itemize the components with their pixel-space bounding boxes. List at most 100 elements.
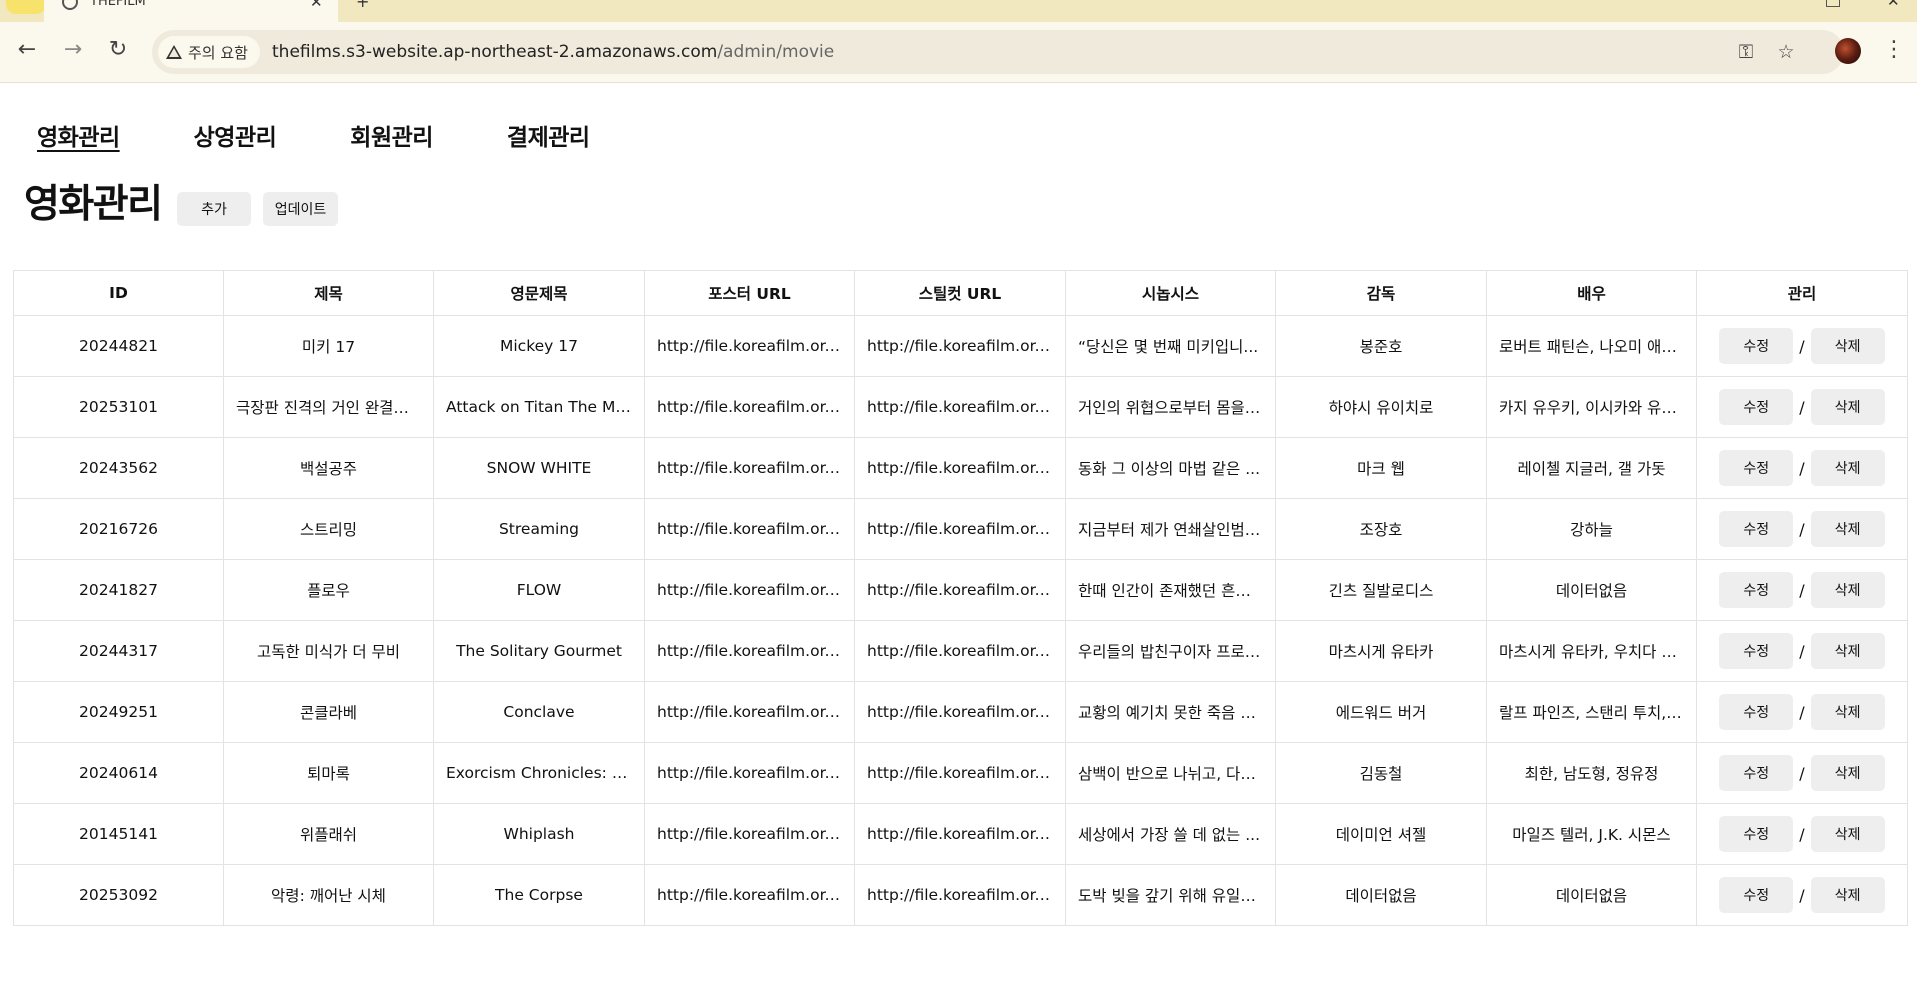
action-separator: / (1799, 885, 1805, 905)
delete-button[interactable]: 삭제 (1810, 450, 1885, 486)
delete-button[interactable]: 삭제 (1810, 877, 1885, 913)
edit-button[interactable]: 수정 (1719, 633, 1794, 669)
action-separator: / (1799, 763, 1805, 783)
edit-button[interactable]: 수정 (1719, 511, 1794, 547)
table-row: 20240614 퇴마록 Exorcism Chronicles: T... http… (13, 742, 1908, 804)
delete-button[interactable]: 삭제 (1810, 755, 1885, 791)
cell-id: 20145141 (13, 803, 224, 865)
edit-button[interactable]: 수정 (1719, 450, 1794, 486)
delete-button[interactable]: 삭제 (1810, 389, 1885, 425)
cell-actors: 최한, 남도형, 정유정 (1486, 742, 1697, 804)
address-bar[interactable]: 주의 요함 thefilms.s3-website.ap-northeast-2… (152, 30, 1844, 74)
table-row: 20216726 스트리밍 Streaming http://file.koreafi… (13, 498, 1908, 560)
window-restore-icon[interactable] (1826, 0, 1840, 7)
security-warning-chip[interactable]: 주의 요함 (158, 36, 260, 68)
cell-id: 20240614 (13, 742, 224, 804)
cell-actors: 카지 유우키, 이시카와 유이... (1486, 376, 1697, 438)
url-text[interactable]: thefilms.s3-website.ap-northeast-2.amazo… (272, 30, 834, 74)
cell-director: 봉준호 (1275, 315, 1487, 377)
update-button[interactable]: 업데이트 (263, 192, 338, 226)
cell-english-title: SNOW WHITE (433, 437, 645, 499)
nav-payment-management[interactable]: 결제관리 (507, 118, 590, 152)
column-header-id: ID (13, 270, 224, 316)
cell-title: 위플래쉬 (223, 803, 434, 865)
delete-button[interactable]: 삭제 (1810, 816, 1885, 852)
delete-button[interactable]: 삭제 (1810, 328, 1885, 364)
cell-poster-url: http://file.koreafilm.or.k... (644, 803, 855, 865)
edit-button[interactable]: 수정 (1719, 816, 1794, 852)
table-header-row: ID 제목 영문제목 포스터 URL 스틸컷 URL 시놉시스 감독 배우 관리 (13, 270, 1908, 316)
cell-actors: 데이터없음 (1486, 864, 1697, 926)
page-title: 영화관리 (24, 182, 163, 227)
cell-director: 김동철 (1275, 742, 1487, 804)
cell-id: 20241827 (13, 559, 224, 621)
cell-synopsis: 도박 빚을 갚기 위해 유일한... (1065, 864, 1276, 926)
cell-director: 마크 웹 (1275, 437, 1487, 499)
profile-avatar[interactable] (1835, 38, 1861, 64)
add-button[interactable]: 추가 (177, 192, 251, 226)
cell-title: 악령: 깨어난 시체 (223, 864, 434, 926)
table-row: 20244821 미키 17 Mickey 17 http://file.koreaf… (13, 315, 1908, 377)
row-actions: 수정 / 삭제 (1709, 572, 1895, 608)
cell-id: 20253092 (13, 864, 224, 926)
delete-button[interactable]: 삭제 (1810, 572, 1885, 608)
new-tab-icon[interactable]: + (356, 0, 369, 11)
browser-menu-icon[interactable]: ⋮ (1883, 36, 1905, 64)
forward-icon[interactable]: → (59, 36, 87, 64)
bookmark-star-icon[interactable]: ☆ (1774, 40, 1798, 64)
edit-button[interactable]: 수정 (1719, 755, 1794, 791)
cell-poster-url: http://file.koreafilm.or.k... (644, 620, 855, 682)
window-close-icon[interactable]: ✕ (1887, 0, 1900, 10)
cell-director: 에드워드 버거 (1275, 681, 1487, 743)
action-separator: / (1799, 580, 1805, 600)
column-header-actors: 배우 (1486, 270, 1697, 316)
edit-button[interactable]: 수정 (1719, 877, 1794, 913)
edit-button[interactable]: 수정 (1719, 328, 1794, 364)
cell-title: 콘클라베 (223, 681, 434, 743)
cell-manage: 수정 / 삭제 (1696, 559, 1908, 621)
cell-manage: 수정 / 삭제 (1696, 864, 1908, 926)
cell-english-title: Mickey 17 (433, 315, 645, 377)
delete-button[interactable]: 삭제 (1810, 694, 1885, 730)
warning-icon (166, 45, 182, 59)
row-actions: 수정 / 삭제 (1709, 755, 1895, 791)
cell-manage: 수정 / 삭제 (1696, 376, 1908, 438)
cell-title: 스트리밍 (223, 498, 434, 560)
cell-english-title: Whiplash (433, 803, 645, 865)
cell-actors: 마일즈 텔러, J.K. 시몬스 (1486, 803, 1697, 865)
delete-button[interactable]: 삭제 (1810, 633, 1885, 669)
edit-button[interactable]: 수정 (1719, 572, 1794, 608)
url-path: /admin/movie (717, 42, 835, 62)
edit-button[interactable]: 수정 (1719, 694, 1794, 730)
cell-english-title: The Solitary Gourmet (433, 620, 645, 682)
action-separator: / (1799, 519, 1805, 539)
row-actions: 수정 / 삭제 (1709, 816, 1895, 852)
column-header-poster-url: 포스터 URL (644, 270, 855, 316)
action-separator: / (1799, 641, 1805, 661)
url-host: thefilms.s3-website.ap-northeast-2.amazo… (272, 42, 718, 62)
cell-manage: 수정 / 삭제 (1696, 620, 1908, 682)
close-tab-icon[interactable]: ✕ (310, 0, 323, 11)
nav-movie-management[interactable]: 영화관리 (37, 118, 120, 152)
cell-director: 조장호 (1275, 498, 1487, 560)
cell-actors: 로버트 패틴슨, 나오미 애키... (1486, 315, 1697, 377)
cell-manage: 수정 / 삭제 (1696, 803, 1908, 865)
cell-english-title: Streaming (433, 498, 645, 560)
nav-screening-management[interactable]: 상영관리 (194, 118, 277, 152)
tab-search-button[interactable] (6, 0, 46, 14)
table-row: 20243562 백설공주 SNOW WHITE http://file.koreaf… (13, 437, 1908, 499)
nav-member-management[interactable]: 회원관리 (350, 118, 433, 152)
reload-icon[interactable]: ↻ (104, 36, 132, 64)
delete-button[interactable]: 삭제 (1810, 511, 1885, 547)
edit-button[interactable]: 수정 (1719, 389, 1794, 425)
cell-title: 백설공주 (223, 437, 434, 499)
cell-synopsis: 한때 인간이 존재했던 흔적... (1065, 559, 1276, 621)
browser-tab[interactable]: THEFILM ✕ (44, 0, 338, 22)
key-icon[interactable]: ⚿ (1734, 40, 1758, 64)
cell-poster-url: http://file.koreafilm.or.k... (644, 559, 855, 621)
cell-title: 미키 17 (223, 315, 434, 377)
cell-actors: 강하늘 (1486, 498, 1697, 560)
back-icon[interactable]: ← (13, 36, 41, 64)
cell-manage: 수정 / 삭제 (1696, 681, 1908, 743)
cell-title: 플로우 (223, 559, 434, 621)
